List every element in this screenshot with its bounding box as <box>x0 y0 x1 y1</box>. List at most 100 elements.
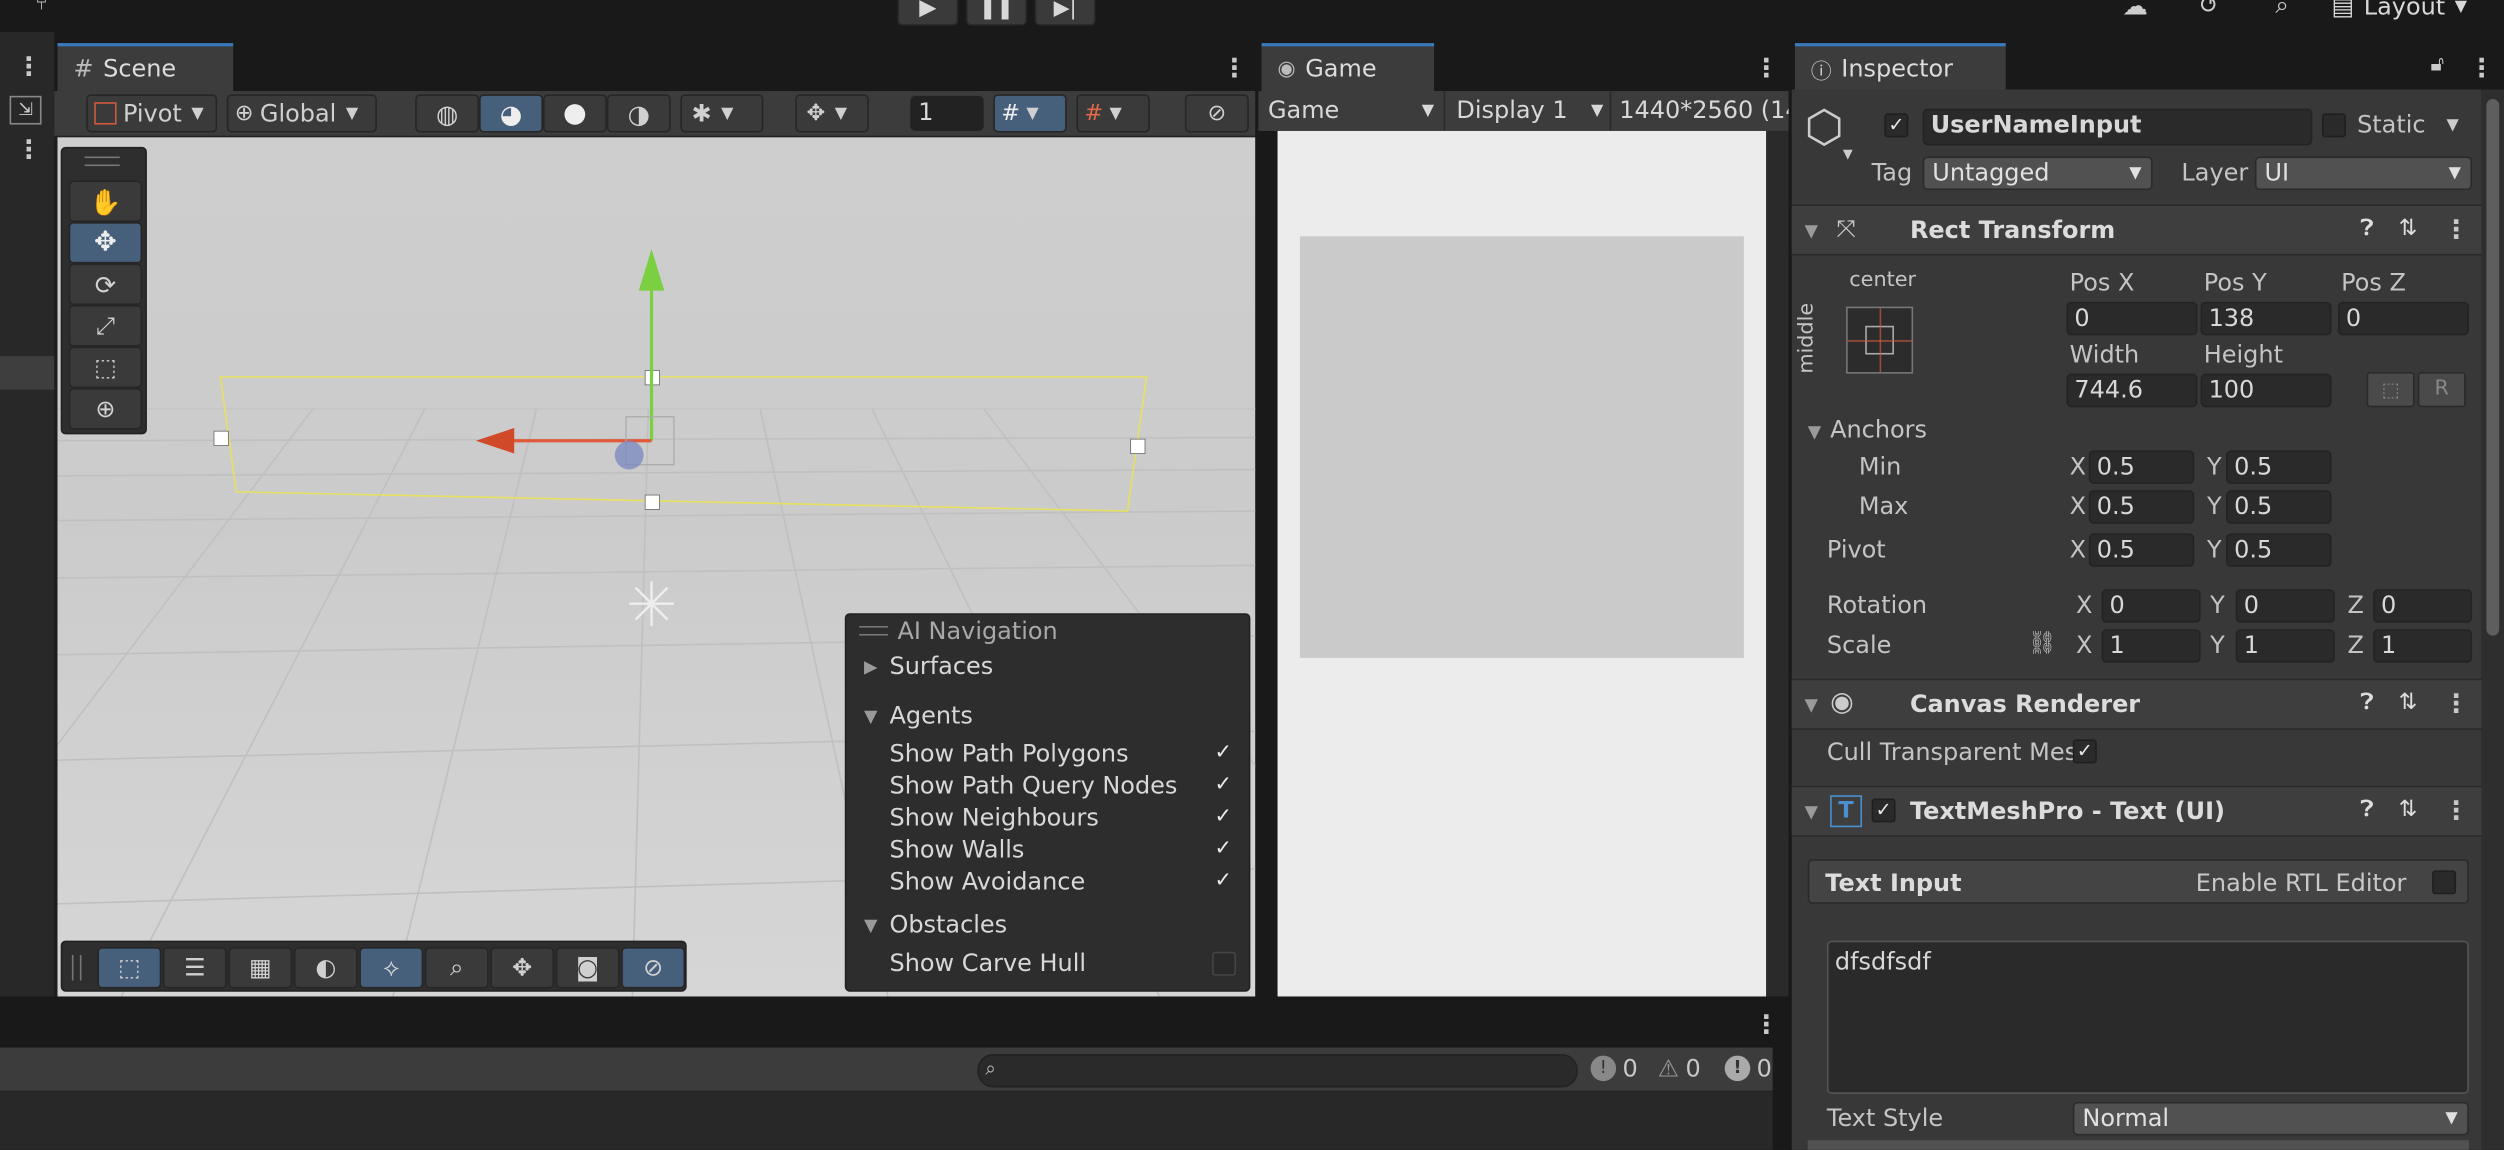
help-icon[interactable]: ❓︎ <box>2360 690 2373 716</box>
menu-dots-icon[interactable]: ⋮ <box>16 134 42 164</box>
agent-option-checkbox[interactable]: ✓ <box>1212 742 1234 765</box>
grid-snapping-dropdown[interactable]: # ▼ <box>1076 94 1150 133</box>
anchor-min-x-field[interactable]: 0.5 <box>2088 450 2195 484</box>
palette-drag-handle[interactable] <box>84 156 120 167</box>
enable-rtl-checkbox[interactable] <box>2432 870 2457 895</box>
show-carve-hull-checkbox[interactable] <box>1212 951 1237 976</box>
ainav-obstacles-label[interactable]: Obstacles <box>889 910 1007 939</box>
blueprint-mode-button[interactable]: ⬚ <box>2366 372 2415 408</box>
height-field[interactable]: 100 <box>2200 373 2332 408</box>
agent-option-checkbox[interactable]: ✓ <box>1212 774 1234 797</box>
constrain-proportions-icon[interactable]: ⛓ <box>2028 631 2056 657</box>
anchor-max-x-field[interactable]: 0.5 <box>2088 490 2195 524</box>
agent-option-checkbox[interactable]: ✓ <box>1212 806 1234 828</box>
agent-option-checkbox[interactable]: ✓ <box>1212 838 1234 860</box>
menu-dots-icon[interactable]: ⋮ <box>16 51 42 81</box>
rotation-x-field[interactable]: 0 <box>2101 589 2201 623</box>
scene-visibility-toggle[interactable]: ⊘ <box>1184 94 1249 133</box>
panel-divider[interactable] <box>1766 130 1789 997</box>
step-button[interactable]: ▶| <box>1034 0 1096 26</box>
component-menu-icon[interactable]: ⋮ <box>2443 795 2469 825</box>
scene-menu-icon[interactable]: ⋮ <box>1222 53 1248 83</box>
text-style-dropdown[interactable]: Normal ▼ <box>2072 1101 2469 1136</box>
pos-y-field[interactable]: 138 <box>2200 301 2332 336</box>
grid-visibility-dropdown[interactable]: # ▼ <box>993 94 1067 133</box>
inspector-scrollbar[interactable] <box>2481 89 2504 1150</box>
pivot-dropdown[interactable]: Pivot ▼ <box>86 94 218 133</box>
static-checkbox[interactable] <box>2321 113 2346 138</box>
shading-shaded-button[interactable]: ● <box>542 94 607 133</box>
tab-game[interactable]: ◉ Game <box>1261 43 1435 92</box>
help-icon[interactable]: ❓︎ <box>2360 216 2373 242</box>
game-mode-dropdown[interactable]: Game ▼ <box>1268 96 1440 125</box>
textmeshpro-enabled-checkbox[interactable]: ✓ <box>1871 798 1896 823</box>
version-control-icon[interactable]: ⑂ <box>26 0 58 16</box>
history-icon[interactable]: ↺ <box>2191 0 2226 19</box>
panel-divider[interactable] <box>1772 996 1792 1150</box>
canvas-renderer-header[interactable]: ▼ ◉ Canvas Renderer ❓︎ ⇅ ⋮ <box>1791 678 2482 730</box>
tab-scene[interactable]: # Scene <box>57 43 234 92</box>
pivot-x-field[interactable]: 0.5 <box>2088 533 2195 567</box>
anchor-min-y-field[interactable]: 0.5 <box>2226 450 2332 484</box>
collapse-triangle-icon[interactable]: ▼ <box>1808 422 1822 443</box>
presets-icon[interactable]: ⇅ <box>2399 797 2418 823</box>
width-field[interactable]: 744.6 <box>2066 373 2198 408</box>
ainav-drag-handle[interactable] <box>859 626 888 636</box>
scale-x-field[interactable]: 1 <box>2101 629 2201 663</box>
pos-x-field[interactable]: 0 <box>2066 301 2198 336</box>
overlay-search-button[interactable]: ⌕ <box>424 946 489 989</box>
rotation-y-field[interactable]: 0 <box>2235 589 2335 623</box>
pivot-y-field[interactable]: 0.5 <box>2226 533 2332 567</box>
shading-unlit-button[interactable]: ◑ <box>606 94 671 133</box>
resolution-dropdown[interactable]: 1440*2560 (14 <box>1619 96 1788 125</box>
global-dropdown[interactable]: ⊕ Global ▼ <box>226 94 377 133</box>
anchor-presets-button[interactable] <box>1846 306 1914 374</box>
view-tool-button[interactable]: ✋ <box>68 180 143 222</box>
overlay-sliders-button[interactable]: ☰ <box>162 946 227 989</box>
expand-triangle-icon[interactable]: ▶ <box>864 656 878 677</box>
overlay-rect-button[interactable]: ⬚ <box>97 946 162 989</box>
shading-shaded-wireframe-button[interactable]: ◕ <box>479 94 543 133</box>
collapse-triangle-icon[interactable]: ▼ <box>864 706 878 727</box>
move-tool-button[interactable]: ✥ <box>68 221 143 264</box>
game-menu-icon[interactable]: ⋮ <box>1753 53 1779 83</box>
object-name-field[interactable]: UserNameInput <box>1922 108 2313 146</box>
gizmo-tools-dropdown[interactable]: ✥ ▼ <box>795 94 869 133</box>
console-search-input[interactable]: ⌕ <box>977 1053 1578 1088</box>
overlay-drag-handle[interactable] <box>71 954 82 981</box>
layout-dropdown[interactable]: ▤ Layout ▼ <box>2332 0 2468 21</box>
rect-transform-header[interactable]: ▼ ⤧ Rect Transform ❓︎ ⇅ ⋮ <box>1791 204 2482 256</box>
anchor-max-y-field[interactable]: 0.5 <box>2226 490 2332 524</box>
tag-dropdown[interactable]: Untagged ▼ <box>1922 156 2153 191</box>
scale-y-field[interactable]: 1 <box>2235 629 2335 663</box>
error-count-toggle[interactable]: ! 0 <box>1724 1054 1772 1083</box>
component-menu-icon[interactable]: ⋮ <box>2443 688 2469 718</box>
ainav-agents-label[interactable]: Agents <box>889 701 972 730</box>
scrollbar-thumb[interactable] <box>2486 99 2500 636</box>
display-dropdown[interactable]: Display 1 ▼ <box>1456 96 1603 125</box>
scale-z-field[interactable]: 1 <box>2373 629 2473 663</box>
tab-inspector[interactable]: ⓘ Inspector <box>1794 43 2006 92</box>
overlay-grid-button[interactable]: ▦ <box>228 946 293 989</box>
debug-draw-mode-dropdown[interactable]: ✱ ▼ <box>680 94 764 133</box>
overlay-lighting-button[interactable]: ◐ <box>293 946 358 989</box>
pos-z-field[interactable]: 0 <box>2337 301 2469 336</box>
overlay-gizmo-button[interactable]: ✥ <box>490 946 555 989</box>
pause-button[interactable]: ❚❚ <box>966 0 1027 26</box>
scale-tool-button[interactable]: ⤢ <box>68 305 143 347</box>
game-view[interactable] <box>1277 130 1767 997</box>
cloud-icon[interactable]: ☁ <box>2118 0 2153 20</box>
chevron-down-icon[interactable]: ▼ <box>2447 117 2459 135</box>
anchors-label[interactable]: Anchors <box>1830 415 1927 444</box>
play-button[interactable]: ▶ <box>897 0 959 26</box>
shading-wireframe-button[interactable]: ◍ <box>415 94 480 133</box>
layer-dropdown[interactable]: UI ▼ <box>2254 156 2473 191</box>
maximize-icon[interactable]: ⇲ <box>9 95 42 125</box>
rotate-tool-button[interactable]: ⟳ <box>68 263 143 306</box>
textmeshpro-header[interactable]: ▼ T ✓ TextMeshPro - Text (UI) ❓︎ ⇅ ⋮ <box>1791 785 2482 837</box>
help-icon[interactable]: ❓︎ <box>2360 797 2373 823</box>
cull-transparent-checkbox[interactable]: ✓ <box>2072 739 2097 764</box>
text-input-area[interactable]: dfsdfsdf <box>1826 940 2469 1094</box>
grid-snap-increment-field[interactable]: 1 <box>910 95 984 131</box>
warning-count-toggle[interactable]: ⚠ 0 <box>1658 1054 1701 1083</box>
